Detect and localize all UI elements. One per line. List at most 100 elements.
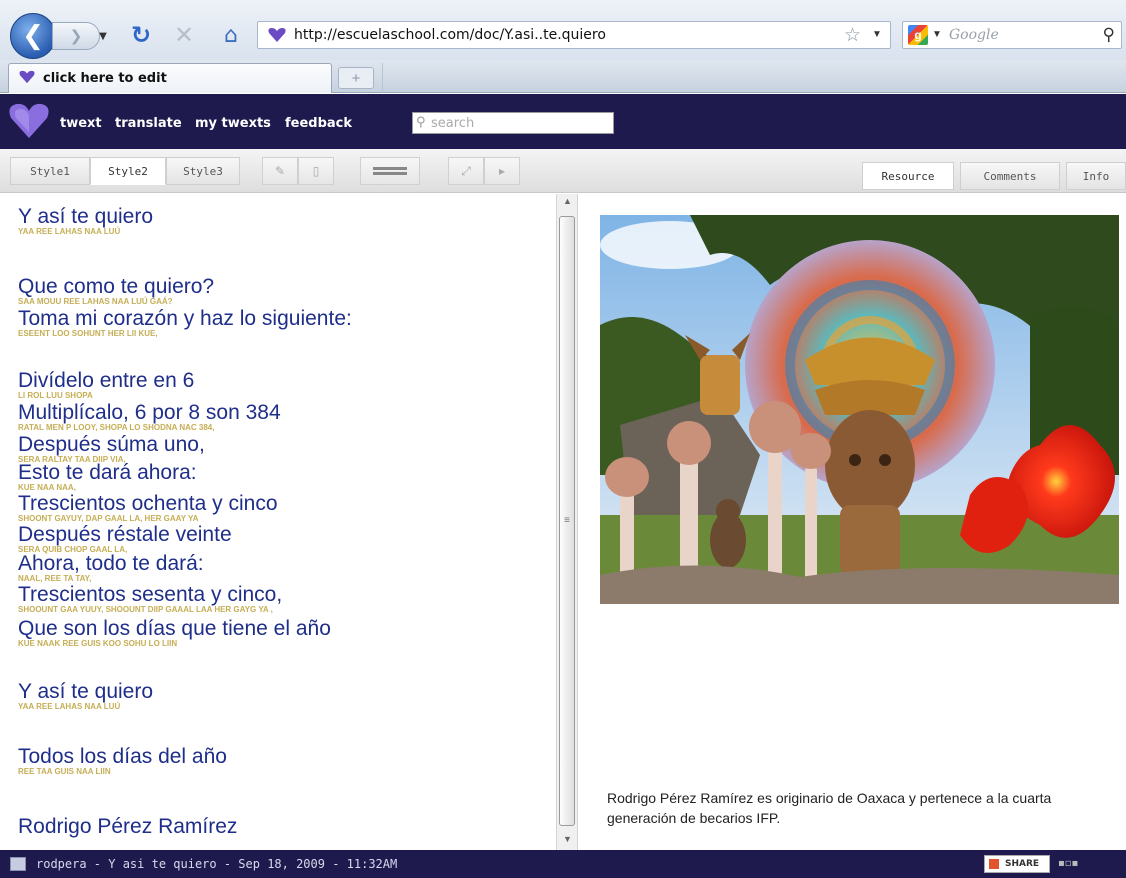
style2-tab[interactable]: Style2 — [90, 157, 166, 185]
share-button[interactable]: SHARE — [984, 855, 1050, 873]
text-line-pair: Y así te quiero YAA REE LAHAS NAA LUÚ — [18, 206, 153, 237]
twext-line[interactable]: KUE NAA NAA, — [18, 483, 197, 492]
document-text-panel[interactable]: Y así te quiero YAA REE LAHAS NAA LUÚ Qu… — [0, 194, 555, 850]
scroll-up-arrow-icon[interactable]: ▲ — [563, 196, 572, 206]
google-icon[interactable]: g — [908, 25, 928, 45]
twext-line[interactable]: SHOOUNT GAA YUUY, SHOOUNT DIIP GAAAL LAA… — [18, 605, 282, 614]
edit-button[interactable]: ✎ — [262, 157, 298, 185]
text-line-pair: Trescientos sesenta y cinco, SHOOUNT GAA… — [18, 584, 282, 615]
expand-icon: ⤢ — [461, 163, 471, 178]
text-line[interactable]: Y así te quiero — [18, 206, 153, 228]
twext-line[interactable]: RATAL MEN P LOOY, SHOPA LO SHODNA NAC 38… — [18, 423, 281, 432]
app-search-input[interactable]: ⚲ search — [412, 112, 614, 134]
editor-toolbar: Style1 Style2 Style3 ✎ ▯ ⤢ ▸ Resource Co… — [0, 149, 1126, 193]
url-text: http://escuelaschool.com/doc/Y.asi..te.q… — [294, 27, 606, 43]
twext-line[interactable]: SAA MOUU REE LAHAS NAA LUÚ GAÁ? — [18, 297, 214, 306]
address-bar[interactable]: http://escuelaschool.com/doc/Y.asi..te.q… — [257, 21, 891, 49]
tab-resource[interactable]: Resource — [862, 162, 954, 190]
tab-comments[interactable]: Comments — [960, 162, 1060, 190]
line-spacing-button[interactable] — [360, 157, 420, 185]
magnifier-icon[interactable]: ⚲ — [1103, 25, 1115, 45]
tab-info[interactable]: Info — [1066, 162, 1126, 190]
nav-translate[interactable]: translate — [115, 116, 182, 131]
reload-button[interactable]: ↻ — [126, 20, 156, 50]
tab-strip-filler — [382, 63, 1126, 93]
text-line[interactable]: Trescientos ochenta y cinco — [18, 493, 278, 515]
twext-line[interactable]: REE TAA GUIS NAA LIIN — [18, 767, 227, 776]
back-button[interactable]: ❮ — [10, 13, 56, 59]
style1-tab[interactable]: Style1 — [10, 157, 90, 185]
text-line-pair: Ahora, todo te dará: NAAL, REE TA TAY, — [18, 553, 204, 584]
text-line[interactable]: Que como te quiero? — [18, 276, 214, 298]
stop-icon: ✕ — [173, 21, 195, 49]
grip-icon: ≡ — [564, 515, 570, 526]
twext-logo-icon[interactable] — [8, 102, 50, 140]
resource-caption: Rodrigo Pérez Ramírez es originario de O… — [607, 790, 1052, 826]
style3-tab[interactable]: Style3 — [166, 157, 240, 185]
trash-icon: ▯ — [312, 164, 320, 178]
reload-icon: ↻ — [130, 21, 152, 49]
line-spacing-icon — [373, 167, 407, 175]
new-tab-button[interactable]: + — [338, 67, 374, 89]
twext-line[interactable]: YAA REE LAHAS NAA LUÚ — [18, 227, 153, 236]
scrollbar-thumb[interactable]: ≡ — [559, 216, 575, 826]
back-arrow-icon: ❮ — [22, 21, 44, 51]
browser-tab-strip: click here to edit + — [0, 60, 1126, 93]
text-line-pair: Rodrigo Pérez Ramírez — [18, 816, 237, 838]
browser-tab[interactable]: click here to edit — [8, 63, 332, 93]
text-line[interactable]: Y así te quiero — [18, 681, 153, 703]
nav-feedback[interactable]: feedback — [285, 116, 352, 131]
play-button[interactable]: ▸ — [484, 157, 520, 185]
history-dropdown-button[interactable]: ▼ — [98, 27, 108, 45]
twext-line[interactable]: SHOONT GAYUY, DAP GAAL LA, HER GAAY YA — [18, 514, 278, 523]
text-line[interactable]: Divídelo entre en 6 — [18, 370, 194, 392]
nav-twext[interactable]: twext — [60, 116, 102, 131]
text-line[interactable]: Esto te dará ahora: — [18, 462, 197, 484]
forward-button[interactable]: ❯ — [52, 22, 100, 50]
twext-favicon-icon — [266, 25, 288, 45]
delete-button[interactable]: ▯ — [298, 157, 334, 185]
app-search-placeholder: search — [431, 116, 475, 131]
text-line[interactable]: Multiplícalo, 6 por 8 son 384 — [18, 402, 281, 424]
text-line[interactable]: Ahora, todo te dará: — [18, 553, 204, 575]
twext-line[interactable]: YAA REE LAHAS NAA LUÚ — [18, 702, 153, 711]
search-icon: ⚲ — [416, 115, 426, 130]
text-line[interactable]: Toma mi corazón y haz lo siguiente: — [18, 308, 352, 330]
chevron-down-icon: ▼ — [99, 30, 107, 42]
twext-line[interactable]: ESEENT LOO SOHUNT HER LII KUE, — [18, 329, 352, 338]
text-line[interactable]: Después súma uno, — [18, 434, 205, 456]
home-icon: ⌂ — [224, 22, 238, 48]
twext-line[interactable]: KUE NAAK REE GUIS KOO SOHU LO LIIN — [18, 639, 331, 648]
text-line-pair: Todos los días del año REE TAA GUIS NAA … — [18, 746, 227, 777]
browser-search-box[interactable]: g ▼ Google ⚲ — [902, 21, 1122, 49]
text-line[interactable]: Trescientos sesenta y cinco, — [18, 584, 282, 606]
twext-line[interactable]: NAAL, REE TA TAY, — [18, 574, 204, 583]
text-line-pair: Que como te quiero? SAA MOUU REE LAHAS N… — [18, 276, 214, 307]
text-line[interactable]: Que son los días que tiene el año — [18, 618, 331, 640]
social-icons[interactable]: ▪▫▪ — [1058, 858, 1078, 869]
status-text: rodpera - Y asi te quiero - Sep 18, 2009… — [36, 857, 398, 871]
share-label: SHARE — [1005, 859, 1040, 869]
text-panel-scrollbar[interactable]: ▲ ≡ ▼ — [556, 194, 578, 850]
star-icon[interactable]: ☆ — [844, 24, 861, 46]
expand-button[interactable]: ⤢ — [448, 157, 484, 185]
share-icon — [989, 859, 999, 869]
chevron-down-icon[interactable]: ▼ — [872, 29, 882, 40]
scroll-down-arrow-icon[interactable]: ▼ — [563, 834, 572, 844]
text-line[interactable]: Rodrigo Pérez Ramírez — [18, 816, 237, 838]
app-header: twext translate my twexts feedback ⚲ sea… — [0, 94, 1126, 149]
chevron-down-icon[interactable]: ▼ — [932, 29, 942, 40]
twext-line[interactable]: LI ROL LUU SHOPA — [18, 391, 194, 400]
text-line[interactable]: Después réstale veinte — [18, 524, 232, 546]
text-line[interactable]: Todos los días del año — [18, 746, 227, 768]
resource-image — [600, 215, 1119, 604]
search-engine-placeholder: Google — [949, 27, 999, 43]
text-line-pair: Después réstale veinte SERA QUIB CHOP GA… — [18, 524, 232, 555]
twext-favicon-icon — [19, 70, 35, 88]
browser-nav-bar: ❮ ❯ ▼ ↻ ✕ ⌂ http://escuelaschool.com/doc… — [0, 0, 1126, 60]
home-button[interactable]: ⌂ — [216, 20, 246, 50]
stop-button[interactable]: ✕ — [170, 20, 198, 50]
nav-my-twexts[interactable]: my twexts — [195, 116, 271, 131]
text-line-pair: Que son los días que tiene el año KUE NA… — [18, 618, 331, 649]
text-line-pair: Esto te dará ahora: KUE NAA NAA, — [18, 462, 197, 493]
